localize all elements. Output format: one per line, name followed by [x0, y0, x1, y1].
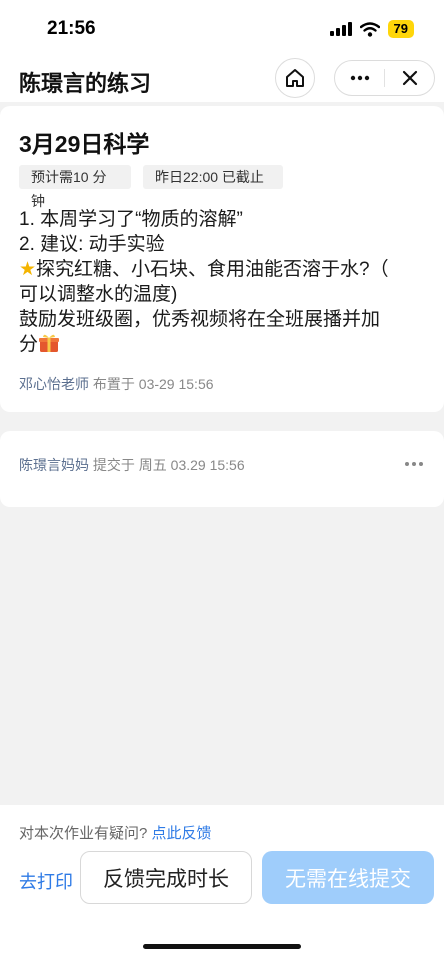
close-icon [402, 70, 417, 86]
more-menu-button[interactable] [335, 61, 384, 95]
question-prompt: 对本次作业有疑问? 点此反馈 [19, 825, 212, 842]
feedback-duration-button[interactable]: 反馈完成时长 [80, 851, 252, 904]
page-title: 陈璟言的练习 [19, 71, 152, 96]
star-icon: ★ [19, 259, 37, 280]
assigned-time: 布置于 03-29 15:56 [92, 376, 214, 392]
submission-meta: 陈璟言妈妈 提交于 周五 03.29 15:56 [19, 455, 245, 475]
duration-tag: 预计需10 分钟 [19, 165, 131, 209]
parent-name[interactable]: 陈璟言妈妈 [19, 457, 89, 473]
home-indicator [143, 944, 301, 949]
home-button[interactable] [275, 58, 315, 98]
content-line: 鼓励发班级圈，优秀视频将在全班展播并加 [19, 309, 381, 330]
more-icon [350, 75, 369, 81]
mini-program-capsule [334, 60, 435, 96]
close-button[interactable] [385, 61, 434, 95]
nav-bar: 陈璟言的练习 [0, 58, 444, 102]
content-line: 分 [19, 332, 424, 357]
content-line: 1. 本周学习了“物质的溶解” [19, 209, 243, 230]
print-button[interactable]: 去打印 [19, 868, 73, 894]
content-line: 2. 建议: 动手实验 [19, 234, 165, 255]
status-icons: 79 [329, 20, 414, 38]
homework-content: 1. 本周学习了“物质的溶解” 2. 建议: 动手实验 ★探究红糖、小石块、食用… [19, 207, 424, 357]
teacher-name[interactable]: 邓心怡老师 [19, 376, 89, 392]
signal-icon [329, 22, 352, 36]
status-bar: 21:56 79 [0, 0, 444, 58]
content-line: 可以调整水的温度) [19, 284, 178, 305]
bottom-bar: 对本次作业有疑问? 点此反馈 去打印 反馈完成时长 无需在线提交 [0, 805, 444, 960]
assignment-meta: 邓心怡老师 布置于 03-29 15:56 [19, 374, 214, 394]
more-options-icon[interactable] [404, 461, 424, 467]
no-online-submit-button[interactable]: 无需在线提交 [262, 851, 434, 904]
homework-title: 3月29日科学 [19, 131, 150, 157]
feedback-link[interactable]: 点此反馈 [152, 825, 212, 842]
homework-card: 3月29日科学 预计需10 分钟 昨日22:00 已截止 1. 本周学习了“物质… [0, 106, 444, 412]
content-line: ★探究红糖、小石块、食用油能否溶于水?（ [19, 259, 389, 280]
submitted-time: 提交于 周五 03.29 15:56 [92, 457, 245, 473]
battery-icon: 79 [387, 20, 414, 38]
submission-card[interactable]: 陈璟言妈妈 提交于 周五 03.29 15:56 [0, 431, 444, 507]
status-time: 21:56 [47, 18, 96, 39]
gift-icon [39, 334, 60, 352]
home-icon [286, 69, 304, 87]
wifi-icon [359, 21, 380, 37]
deadline-tag: 昨日22:00 已截止 [143, 165, 283, 189]
